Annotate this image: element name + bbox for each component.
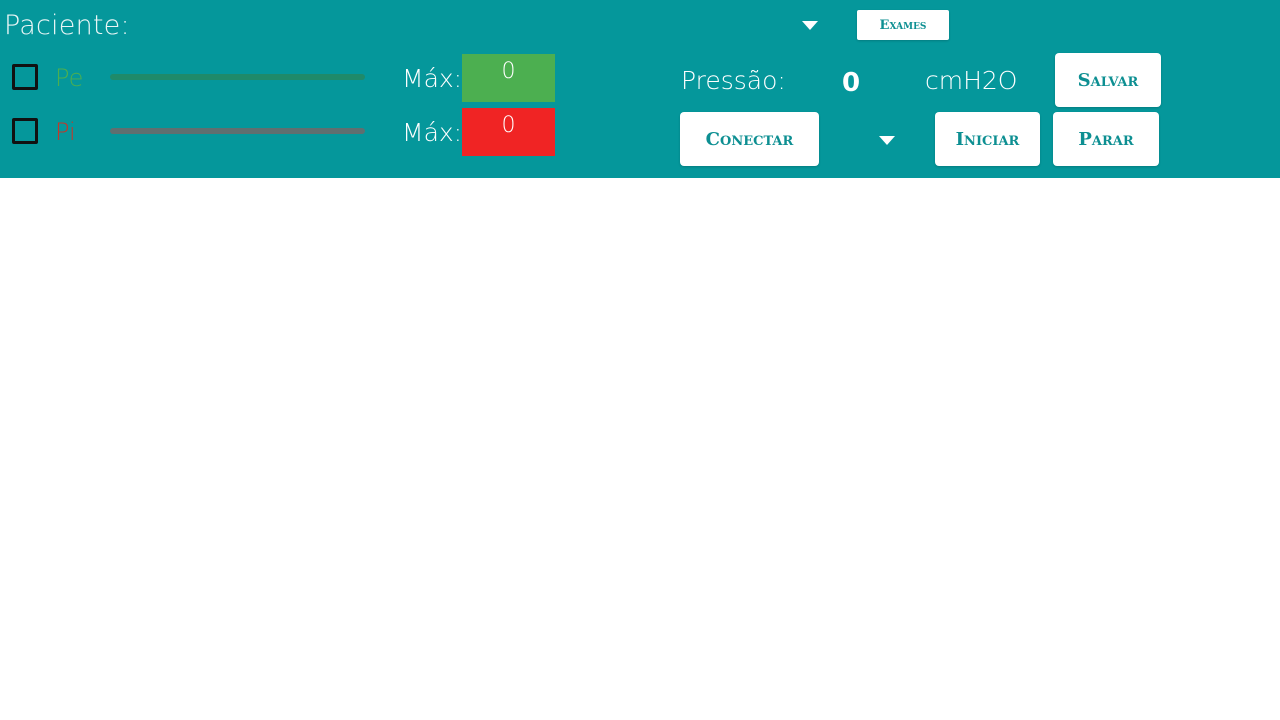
pi-max-label: Máx: — [402, 118, 463, 147]
exams-button[interactable]: Exames — [857, 10, 949, 40]
control-toolbar: Paciente: Exames Pe Máx: 0 Pi Máx: 0 Pre… — [0, 0, 1280, 178]
patient-label: Paciente: — [4, 10, 130, 41]
port-dropdown-caret-icon[interactable] — [879, 136, 895, 145]
pressure-unit: cmH2O — [925, 66, 1018, 95]
pe-label: Pe — [55, 64, 84, 92]
chart-area — [0, 178, 1280, 720]
pi-slider[interactable] — [110, 128, 365, 134]
pressure-label: Pressão: — [681, 66, 786, 95]
pe-checkbox[interactable] — [12, 64, 38, 90]
save-button[interactable]: Salvar — [1055, 53, 1161, 107]
patient-dropdown-caret-icon[interactable] — [802, 21, 818, 30]
connect-button[interactable]: Conectar — [680, 112, 819, 166]
pe-max-value: 0 — [462, 54, 555, 102]
pi-checkbox[interactable] — [12, 118, 38, 144]
pe-max-label: Máx: — [402, 64, 463, 93]
pe-slider[interactable] — [110, 74, 365, 80]
pi-label: Pi — [55, 118, 76, 146]
pi-max-value: 0 — [462, 108, 555, 156]
start-button[interactable]: Iniciar — [935, 112, 1040, 166]
pressure-value: 0 — [842, 68, 861, 98]
stop-button[interactable]: Parar — [1053, 112, 1159, 166]
